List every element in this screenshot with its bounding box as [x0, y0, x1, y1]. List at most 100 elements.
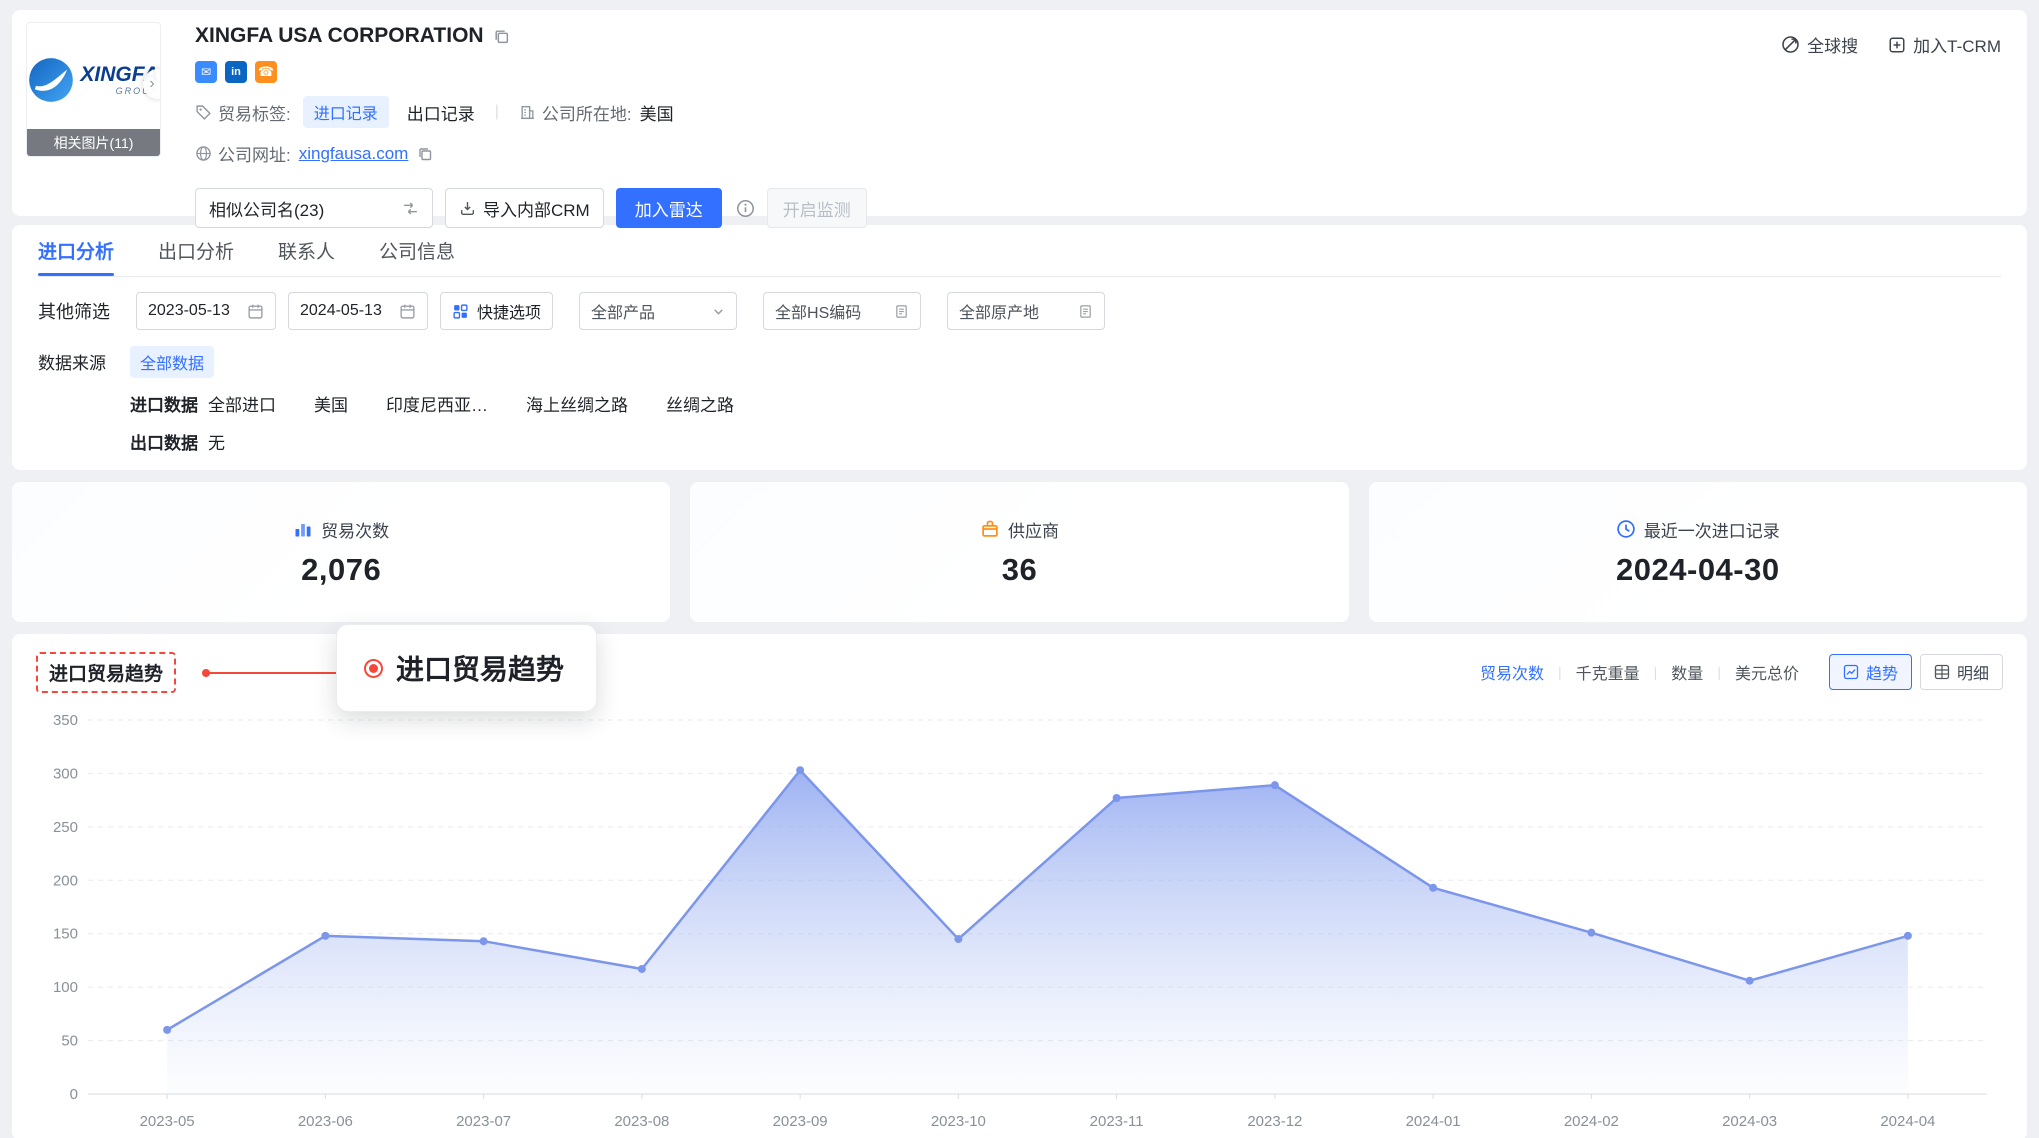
join-tcrm-label: 加入T-CRM	[1913, 32, 2001, 57]
xingfa-logo-mark	[28, 57, 74, 103]
quick-options-label: 快捷选项	[477, 299, 541, 323]
product-select[interactable]: 全部产品	[579, 292, 737, 330]
phone-icon[interactable]: ☎	[255, 61, 277, 83]
annotation-callout-text: 进口贸易趋势	[396, 648, 564, 688]
svg-text:0: 0	[70, 1086, 78, 1103]
tab-company-info[interactable]: 公司信息	[379, 225, 455, 276]
import-data-row: 进口数据 全部进口 美国 印度尼西亚… 海上丝绸之路 丝绸之路	[130, 391, 2001, 416]
tab-import-analysis[interactable]: 进口分析	[38, 225, 114, 276]
svg-text:250: 250	[53, 819, 78, 836]
hs-code-select[interactable]: 全部HS编码	[763, 292, 921, 330]
company-trade-page: XINGFA GROUP 相关图片(11) › XINGFA USA CORPO…	[0, 0, 2039, 1138]
trend-chart: 0501001502002503003502023-052023-062023-…	[36, 702, 2003, 1138]
stat-value-latest-import: 2024-04-30	[1616, 552, 1780, 588]
chart-header: 进口贸易趋势 进口贸易趋势 贸易次数 | 千克重量 | 数量 | 美元总价 趋势	[36, 652, 2003, 692]
view-detail-button[interactable]: 明细	[1920, 654, 2003, 690]
company-header-card: XINGFA GROUP 相关图片(11) › XINGFA USA CORPO…	[12, 10, 2027, 216]
import-source-usa[interactable]: 美国	[314, 391, 348, 416]
linkedin-icon[interactable]: in	[225, 61, 247, 83]
svg-text:2023-10: 2023-10	[931, 1113, 986, 1130]
join-tcrm-action[interactable]: 加入T-CRM	[1888, 32, 2001, 57]
clock-icon	[1616, 519, 1636, 539]
annotation-start-dot	[202, 669, 210, 677]
global-search-action[interactable]: 全球搜	[1781, 32, 1858, 57]
trade-label-title: 贸易标签:	[218, 100, 291, 125]
date-from-input[interactable]: 2023-05-13	[136, 292, 276, 330]
join-radar-button[interactable]: 加入雷达	[616, 188, 722, 228]
import-data-label: 进口数据	[130, 391, 208, 416]
document-icon	[1078, 304, 1093, 319]
stat-value-suppliers: 36	[1002, 552, 1037, 588]
stat-card-trade-count: 贸易次数 2,076	[12, 482, 670, 622]
website-link[interactable]: xingfausa.com	[299, 144, 409, 164]
import-source-silk-road[interactable]: 丝绸之路	[666, 391, 734, 416]
radar-info-icon[interactable]	[736, 199, 755, 218]
related-images-badge[interactable]: 相关图片(11)	[27, 129, 160, 156]
metric-quantity[interactable]: 数量	[1671, 660, 1703, 684]
social-icons-row: ✉ in ☎	[195, 61, 2003, 83]
location-building-icon	[519, 104, 536, 121]
website-label: 公司网址:	[218, 141, 291, 166]
location-label: 公司所在地:	[542, 100, 632, 125]
import-source-indonesia[interactable]: 印度尼西亚…	[386, 391, 488, 416]
import-crm-button[interactable]: 导入内部CRM	[445, 188, 604, 228]
svg-text:150: 150	[53, 926, 78, 943]
company-name-row: XINGFA USA CORPORATION	[195, 24, 2003, 48]
view-toggle-group: 趋势 明细	[1829, 654, 2003, 690]
metric-separator: |	[1717, 664, 1721, 680]
tab-export-analysis[interactable]: 出口分析	[158, 225, 234, 276]
svg-text:50: 50	[61, 1033, 78, 1050]
view-trend-label: 趋势	[1866, 660, 1898, 684]
svg-text:2023-08: 2023-08	[614, 1113, 669, 1130]
location-value: 美国	[640, 100, 674, 125]
svg-text:2024-01: 2024-01	[1406, 1113, 1461, 1130]
view-trend-button[interactable]: 趋势	[1829, 654, 1912, 690]
svg-text:100: 100	[53, 979, 78, 996]
tab-contacts[interactable]: 联系人	[278, 225, 335, 276]
xingfa-logo-art: XINGFA GROUP	[27, 23, 160, 129]
origin-select[interactable]: 全部原产地	[947, 292, 1105, 330]
website-row: 公司网址: xingfausa.com	[195, 141, 2003, 166]
similar-companies-button[interactable]: 相似公司名(23)	[195, 188, 433, 228]
annotation-target-icon	[369, 664, 378, 673]
tag-import-records[interactable]: 进口记录	[303, 96, 389, 128]
enable-monitor-button[interactable]: 开启监测	[767, 188, 867, 228]
chevron-down-icon	[712, 305, 725, 318]
data-source-label: 数据来源	[38, 346, 130, 454]
global-search-label: 全球搜	[1807, 32, 1858, 57]
svg-text:2023-07: 2023-07	[456, 1113, 511, 1130]
export-data-row: 出口数据 无	[130, 429, 2001, 454]
company-logo[interactable]: XINGFA GROUP 相关图片(11) ›	[26, 22, 161, 157]
metric-trade-count[interactable]: 贸易次数	[1480, 660, 1544, 684]
shuffle-icon	[402, 200, 419, 217]
stat-label: 供应商	[1008, 517, 1059, 542]
origin-value: 全部原产地	[959, 299, 1039, 323]
copy-website-icon[interactable]	[417, 146, 433, 162]
date-to-input[interactable]: 2024-05-13	[288, 292, 428, 330]
data-source-rows: 全部数据 进口数据 全部进口 美国 印度尼西亚… 海上丝绸之路 丝绸之路 出口数…	[130, 346, 2001, 454]
metric-kg-weight[interactable]: 千克重量	[1576, 660, 1640, 684]
data-source-all-chip[interactable]: 全部数据	[130, 346, 214, 378]
metric-usd-total[interactable]: 美元总价	[1735, 660, 1799, 684]
date-to-value: 2024-05-13	[300, 302, 382, 320]
date-from-value: 2023-05-13	[148, 302, 230, 320]
metric-separator: |	[1558, 664, 1562, 680]
import-source-maritime-silk-road[interactable]: 海上丝绸之路	[526, 391, 628, 416]
annotation-callout: 进口贸易趋势	[336, 624, 597, 712]
svg-text:2024-02: 2024-02	[1564, 1113, 1619, 1130]
tag-icon	[195, 104, 212, 121]
chart-metric-switcher: 贸易次数 | 千克重量 | 数量 | 美元总价 趋势 明细	[1480, 654, 2003, 690]
globe-icon	[195, 145, 212, 162]
quick-options-button[interactable]: 快捷选项	[440, 292, 553, 330]
copy-company-name-icon[interactable]	[493, 28, 510, 45]
svg-text:300: 300	[53, 765, 78, 782]
hs-code-value: 全部HS编码	[775, 299, 861, 323]
svg-text:2024-04: 2024-04	[1880, 1113, 1935, 1130]
detail-table-icon	[1934, 664, 1950, 680]
tag-export-records[interactable]: 出口记录	[407, 100, 475, 125]
import-source-all[interactable]: 全部进口	[208, 391, 276, 416]
import-icon	[459, 200, 476, 217]
trade-tags-row: 贸易标签: 进口记录 出口记录 | 公司所在地: 美国	[195, 96, 2003, 128]
company-name: XINGFA USA CORPORATION	[195, 24, 484, 48]
email-icon[interactable]: ✉	[195, 61, 217, 83]
